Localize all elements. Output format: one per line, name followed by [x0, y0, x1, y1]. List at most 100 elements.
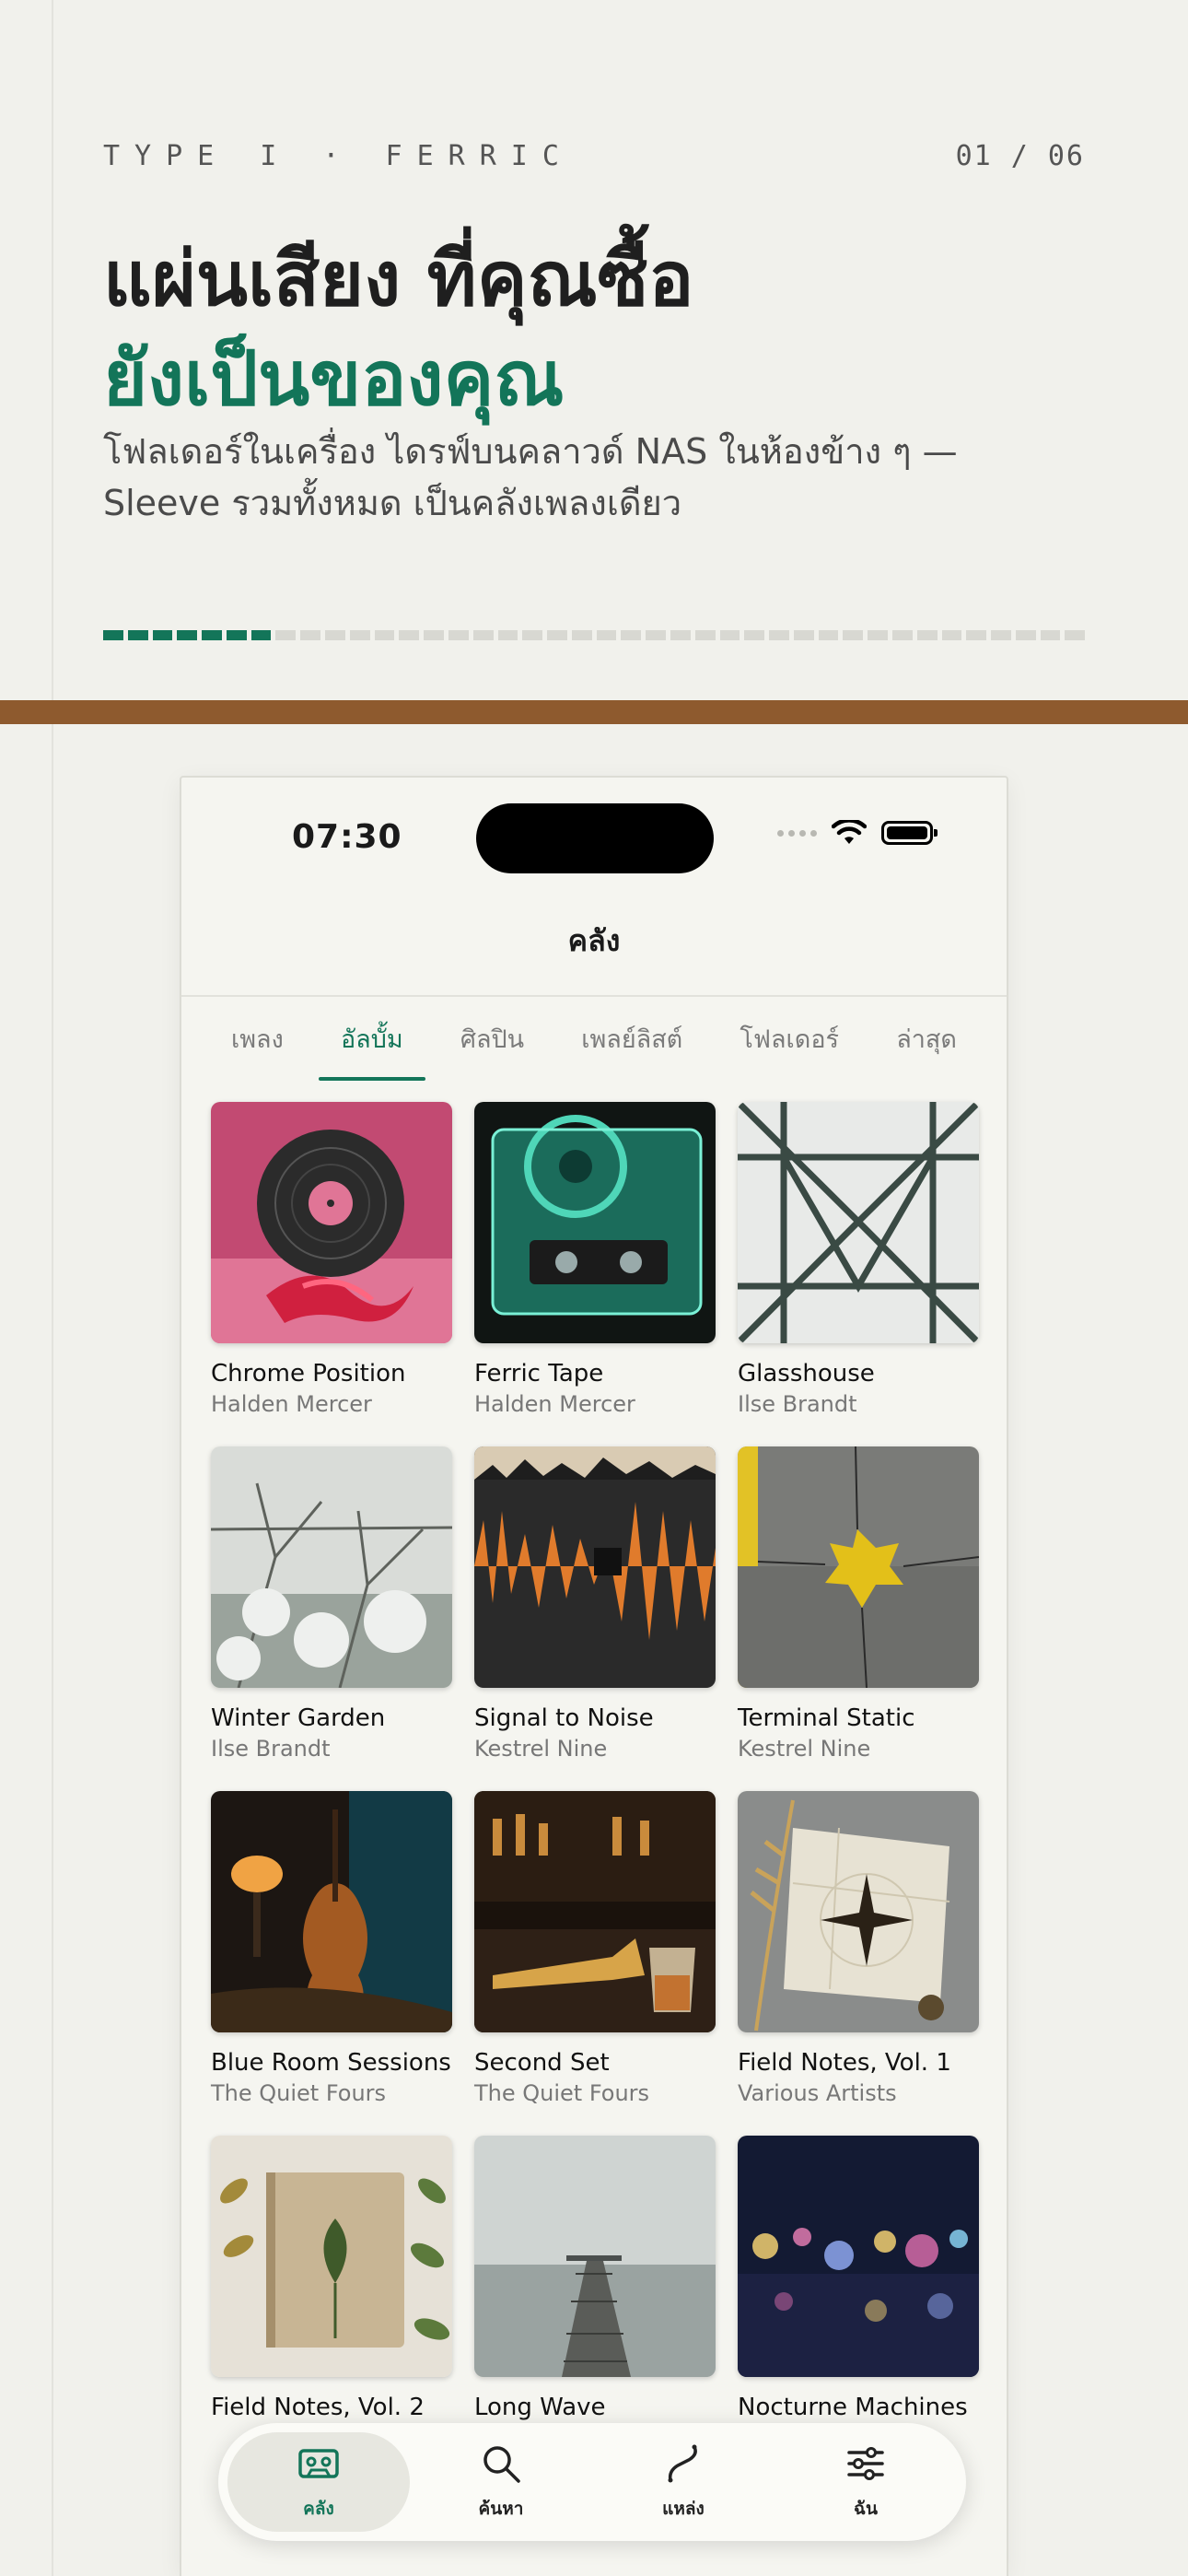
album-title: Winter Garden	[211, 1704, 386, 1732]
progress-segment	[103, 630, 123, 640]
subtext: โฟลเดอร์ในเครื่อง ไดรฟ์บนคลาวด์ NAS ในห้…	[103, 431, 958, 523]
album-cover[interactable]	[474, 1102, 716, 1343]
progress-segment	[349, 630, 370, 640]
hero: TYPE I · FERRIC 01 / 06 แผ่นเสียง ที่คุณ…	[0, 0, 1188, 700]
album-title: Second Set	[474, 2049, 610, 2077]
album-card[interactable]: Second Set The Quiet Fours	[474, 1791, 716, 2136]
progress-segment	[596, 630, 617, 640]
phone-mockup: 07:30 คลัง เพลง อัลบั้ม ศิลปิน เพลย์ลิสต์ โฟ…	[180, 776, 1008, 2576]
progress-segment	[1015, 630, 1036, 640]
album-title: Ferric Tape	[474, 1360, 604, 1388]
tab-4[interactable]: โฟลเดอร์	[717, 1019, 861, 1081]
tabbar-label: คลัง	[303, 2499, 334, 2519]
progress-segment	[892, 630, 913, 640]
progress-segment	[300, 630, 321, 640]
tab-2[interactable]: ศิลปิน	[438, 1019, 546, 1081]
progress-segment	[448, 630, 469, 640]
album-card[interactable]: Terminal Static Kestrel Nine	[738, 1446, 979, 1791]
album-cover[interactable]	[738, 1102, 979, 1343]
album-cover[interactable]	[211, 1446, 452, 1688]
progress-segment	[424, 630, 444, 640]
tabbar-item-0[interactable]: คลัง	[227, 2432, 410, 2532]
album-grid: Chrome Position Halden Mercer Ferric Tape H…	[211, 1102, 981, 2480]
tabbar-label: ค้นหา	[478, 2499, 524, 2519]
progress-segment	[1040, 630, 1061, 640]
progress-segment	[694, 630, 716, 640]
cello-blue-room-art	[211, 1791, 452, 2032]
tabbar-item-1[interactable]: ค้นหา	[410, 2432, 592, 2532]
tab-3[interactable]: เพลย์ลิสต์	[559, 1019, 705, 1081]
album-artist: Halden Mercer	[211, 1391, 372, 1417]
album-card[interactable]: Glasshouse Ilse Brandt	[738, 1102, 979, 1446]
progress-segment	[1065, 630, 1086, 640]
album-cover[interactable]	[211, 1102, 452, 1343]
headline-line1: แผ่นเสียง ที่คุณซื้อ	[103, 236, 694, 323]
album-cover[interactable]	[738, 1791, 979, 2032]
tab-1[interactable]: อัลบั้ม	[318, 1019, 425, 1081]
progress-segment	[127, 630, 148, 640]
album-cover[interactable]	[474, 1791, 716, 2032]
battery-icon	[881, 821, 938, 845]
progress-segment	[571, 630, 592, 640]
progress-segment	[152, 630, 173, 640]
album-card[interactable]: Field Notes, Vol. 1 Various Artists	[738, 1791, 979, 2136]
progress-segment	[966, 630, 987, 640]
city-bokeh-rain-art	[738, 2136, 979, 2377]
tabbar-item-2[interactable]: แหล่ง	[592, 2432, 775, 2532]
album-title: Field Notes, Vol. 2	[211, 2394, 425, 2421]
progress-segment	[991, 630, 1011, 640]
album-card[interactable]: Ferric Tape Halden Mercer	[474, 1102, 716, 1446]
album-card[interactable]: Blue Room Sessions The Quiet Fours	[211, 1791, 452, 2136]
album-cover[interactable]	[474, 1446, 716, 1688]
progress-segment	[177, 630, 198, 640]
album-artist: Various Artists	[738, 2080, 897, 2106]
glass-roof-lattice-art	[738, 1102, 979, 1343]
status-icons	[777, 820, 938, 846]
cassette-icon	[297, 2441, 341, 2489]
yellow-crack-wall-art	[738, 1446, 979, 1688]
album-cover[interactable]	[211, 1791, 452, 2032]
album-card[interactable]: Chrome Position Halden Mercer	[211, 1102, 452, 1446]
orange-waveform-art	[474, 1446, 716, 1688]
progress-segment	[646, 630, 666, 640]
progress-segment	[399, 630, 420, 640]
progress-segment	[916, 630, 938, 640]
progress-segment	[670, 630, 691, 640]
tab-5[interactable]: ล่าสุด	[874, 1019, 979, 1081]
album-card[interactable]: Signal to Noise Kestrel Nine	[474, 1446, 716, 1791]
album-cover[interactable]	[474, 2136, 716, 2377]
album-cover[interactable]	[211, 2136, 452, 2377]
album-card[interactable]: Winter Garden Ilse Brandt	[211, 1446, 452, 1791]
tab-0[interactable]: เพลง	[209, 1019, 306, 1081]
progress-segment	[522, 630, 543, 640]
cellular-signal-icon	[777, 829, 817, 837]
notebook-leaves-art	[211, 2136, 452, 2377]
progress-segment	[719, 630, 740, 640]
tabbar-item-3[interactable]: ฉัน	[775, 2432, 957, 2532]
album-title: Long Wave	[474, 2394, 606, 2421]
progress-segment	[941, 630, 962, 640]
progress-segment	[325, 630, 345, 640]
progress-segment	[868, 630, 888, 640]
bottom-tab-bar: คลัง ค้นหา แหล่ง ฉัน	[218, 2423, 966, 2541]
progress-segment	[275, 630, 297, 640]
progress-indicator	[103, 630, 1086, 640]
vinyl-record-pink-art	[211, 1102, 452, 1343]
progress-segment	[226, 630, 247, 640]
headline-line2: ยังเป็นของคุณ	[103, 335, 565, 423]
bar-trumpet-glass-art	[474, 1791, 716, 2032]
album-cover[interactable]	[738, 1446, 979, 1688]
album-title: Blue Room Sessions	[211, 2049, 451, 2077]
album-cover[interactable]	[738, 2136, 979, 2377]
progress-segment	[250, 630, 272, 640]
album-title: Field Notes, Vol. 1	[738, 2049, 951, 2077]
cassette-tape-teal-art	[474, 1102, 716, 1343]
progress-segment	[843, 630, 864, 640]
sliders-icon	[844, 2441, 888, 2489]
eyebrow: TYPE I · FERRIC	[103, 140, 574, 172]
album-artist: Ilse Brandt	[211, 1736, 331, 1762]
compass-map-paper-art	[738, 1791, 979, 2032]
album-title: Signal to Noise	[474, 1704, 654, 1732]
progress-segment	[497, 630, 518, 640]
brown-band	[0, 700, 1188, 724]
